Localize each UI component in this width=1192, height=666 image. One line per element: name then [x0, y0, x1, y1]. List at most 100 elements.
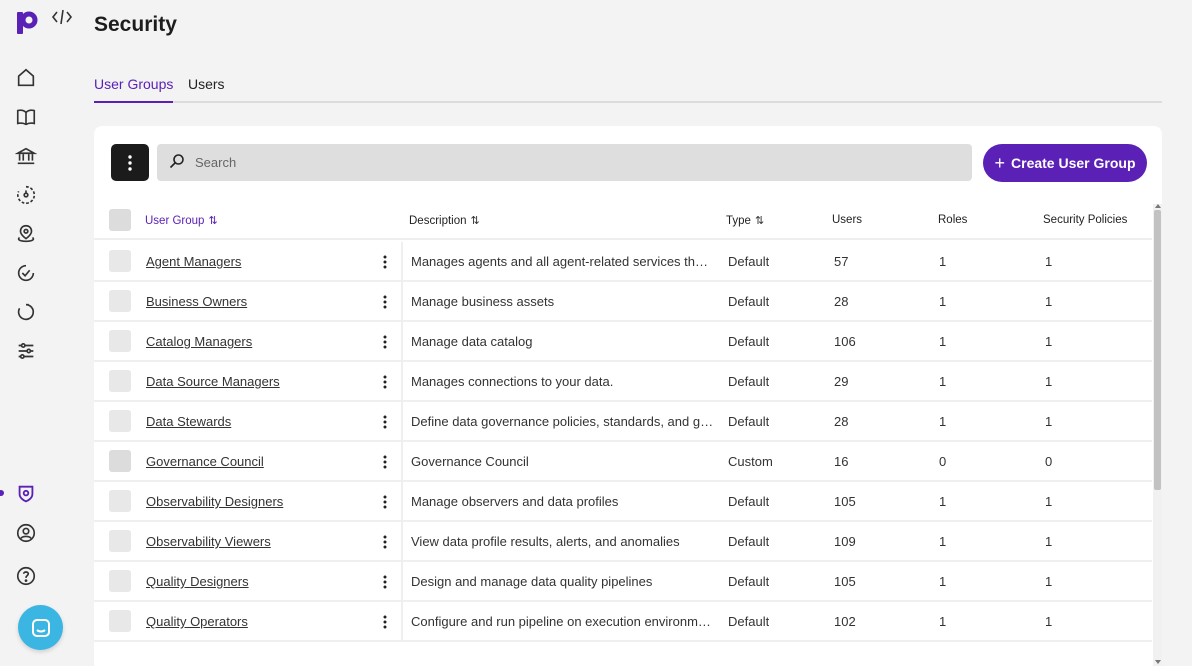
row-checkbox[interactable] — [109, 330, 131, 352]
help-icon[interactable] — [14, 564, 38, 588]
table-row: Quality Operators Configure and run pipe… — [94, 602, 1152, 642]
column-divider — [401, 362, 403, 402]
check-circle-icon[interactable] — [14, 261, 38, 285]
policies-cell: 1 — [1045, 294, 1053, 309]
row-checkbox[interactable] — [109, 610, 131, 632]
sliders-icon[interactable] — [14, 339, 38, 363]
roles-cell: 1 — [939, 254, 947, 269]
policies-cell: 1 — [1045, 494, 1053, 509]
user-group-link[interactable]: Data Stewards — [146, 414, 231, 429]
column-label-description: Description — [409, 214, 467, 227]
sidebar — [0, 0, 63, 666]
users-cell: 105 — [834, 494, 856, 509]
column-header-user-group[interactable]: User Group ⇅ — [145, 214, 218, 228]
table-scrollbar[interactable] — [1153, 204, 1162, 666]
user-circle-icon[interactable] — [14, 521, 38, 545]
user-group-link[interactable]: Governance Council — [146, 454, 264, 469]
users-cell: 28 — [834, 294, 849, 309]
description-cell: Define data governance policies, standar… — [411, 414, 714, 429]
column-label-security-policies: Security Policies — [1043, 214, 1128, 226]
user-group-link[interactable]: Catalog Managers — [146, 334, 252, 349]
tab-user-groups[interactable]: User Groups — [94, 76, 174, 103]
observability-icon[interactable] — [14, 183, 38, 207]
user-group-link[interactable]: Observability Viewers — [146, 534, 271, 549]
user-group-link[interactable]: Quality Operators — [146, 614, 248, 629]
table-row: Governance Council Governance Council Cu… — [94, 442, 1152, 482]
roles-cell: 1 — [939, 534, 947, 549]
shield-icon[interactable] — [14, 482, 38, 506]
row-menu-icon[interactable] — [378, 292, 392, 312]
select-all-checkbox[interactable] — [109, 209, 131, 231]
home-icon[interactable] — [14, 66, 38, 90]
row-checkbox[interactable] — [109, 290, 131, 312]
row-checkbox[interactable] — [109, 410, 131, 432]
row-menu-icon[interactable] — [378, 492, 392, 512]
scroll-up-icon[interactable] — [1155, 204, 1161, 208]
column-label-users: Users — [832, 214, 863, 226]
catalog-book-icon[interactable] — [14, 105, 38, 129]
row-checkbox[interactable] — [109, 370, 131, 392]
row-menu-icon[interactable] — [378, 452, 392, 472]
column-header-description[interactable]: Description ⇅ — [409, 214, 480, 228]
row-checkbox[interactable] — [109, 570, 131, 592]
users-cell: 105 — [834, 574, 856, 589]
tab-users[interactable]: Users — [188, 76, 225, 101]
column-divider — [401, 482, 403, 522]
users-cell: 16 — [834, 454, 849, 469]
policies-cell: 1 — [1045, 534, 1053, 549]
institution-icon[interactable] — [14, 144, 38, 168]
type-cell: Default — [728, 494, 770, 509]
user-group-link[interactable]: Business Owners — [146, 294, 247, 309]
column-label-roles: Roles — [938, 214, 968, 226]
row-menu-icon[interactable] — [378, 572, 392, 592]
column-header-type[interactable]: Type ⇅ — [726, 214, 764, 228]
sort-ascending-icon: ⇅ — [208, 215, 218, 227]
description-cell: Design and manage data quality pipelines — [411, 574, 653, 589]
user-group-link[interactable]: Quality Designers — [146, 574, 249, 589]
table-body: Agent Managers Manages agents and all ag… — [94, 242, 1152, 642]
description-cell: Manages connections to your data. — [411, 374, 614, 389]
kebab-menu-icon — [128, 154, 132, 171]
bulk-actions-button[interactable] — [111, 144, 149, 181]
user-group-link[interactable]: Agent Managers — [146, 254, 241, 269]
table-row: Agent Managers Manages agents and all ag… — [94, 242, 1152, 282]
description-cell: Manages agents and all agent-related ser… — [411, 254, 714, 269]
row-menu-icon[interactable] — [378, 412, 392, 432]
column-label-type: Type — [726, 214, 751, 227]
user-groups-panel: + Create User Group User Group ⇅ Descrip… — [94, 126, 1162, 666]
column-divider — [401, 442, 403, 482]
row-menu-icon[interactable] — [378, 612, 392, 632]
row-checkbox[interactable] — [109, 250, 131, 272]
plus-icon: + — [994, 153, 1006, 173]
row-menu-icon[interactable] — [378, 332, 392, 352]
user-group-link[interactable]: Observability Designers — [146, 494, 283, 509]
policies-cell: 1 — [1045, 334, 1053, 349]
policies-cell: 1 — [1045, 374, 1053, 389]
search-input[interactable] — [195, 144, 955, 181]
policies-cell: 1 — [1045, 414, 1053, 429]
user-group-link[interactable]: Data Source Managers — [146, 374, 280, 389]
type-cell: Default — [728, 374, 770, 389]
collapse-sidebar-icon[interactable] — [51, 8, 73, 26]
create-user-group-button[interactable]: + Create User Group — [983, 144, 1147, 182]
map-pin-icon[interactable] — [14, 222, 38, 246]
chat-launcher-button[interactable] — [18, 605, 63, 650]
search-bar — [157, 144, 972, 181]
refresh-icon[interactable] — [14, 300, 38, 324]
scroll-down-icon[interactable] — [1155, 660, 1161, 664]
row-checkbox[interactable] — [109, 450, 131, 472]
scrollbar-thumb[interactable] — [1154, 210, 1161, 490]
table-row: Catalog Managers Manage data catalog Def… — [94, 322, 1152, 362]
row-checkbox[interactable] — [109, 530, 131, 552]
roles-cell: 1 — [939, 294, 947, 309]
roles-cell: 1 — [939, 414, 947, 429]
row-menu-icon[interactable] — [378, 372, 392, 392]
column-divider — [401, 602, 403, 642]
policies-cell: 1 — [1045, 614, 1053, 629]
table-row: Business Owners Manage business assets D… — [94, 282, 1152, 322]
row-menu-icon[interactable] — [378, 252, 392, 272]
row-menu-icon[interactable] — [378, 532, 392, 552]
logo-icon[interactable] — [16, 10, 38, 36]
type-cell: Default — [728, 334, 770, 349]
row-checkbox[interactable] — [109, 490, 131, 512]
